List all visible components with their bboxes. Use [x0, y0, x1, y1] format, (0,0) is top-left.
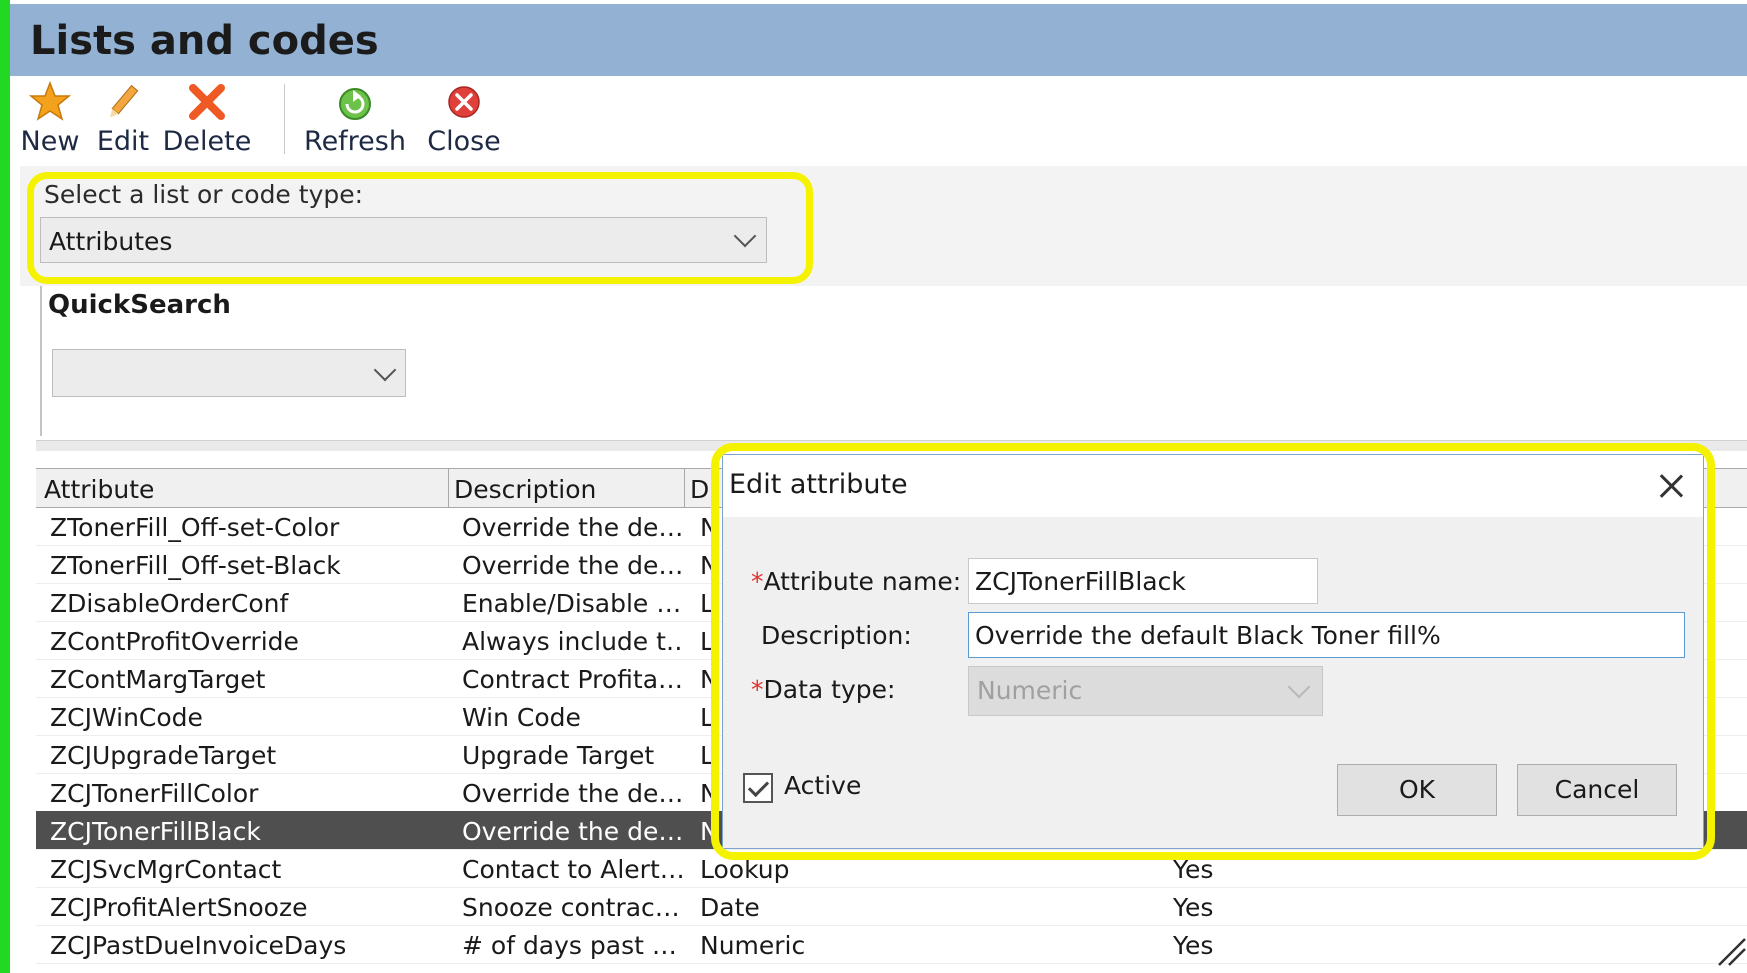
cell-attribute: ZCJUpgradeTarget [50, 741, 277, 770]
edit-label: Edit [96, 126, 150, 157]
cell-description: Override the de… [462, 817, 682, 846]
cell-attribute: ZTonerFill_Off-set-Black [50, 551, 341, 580]
highlight-box-selector [27, 172, 813, 284]
toolbar: New Edit Delete Refresh Close [10, 76, 1747, 166]
refresh-label: Refresh [304, 126, 406, 157]
close-button[interactable]: Close [424, 80, 504, 160]
chevron-down-icon [373, 358, 397, 382]
cell-description: Enable/Disable … [462, 589, 682, 618]
resize-grip-icon[interactable] [1715, 935, 1747, 967]
toolbar-separator [284, 84, 285, 154]
cell-description: Override the de… [462, 551, 682, 580]
left-frame-border [0, 0, 10, 973]
cell-attribute: ZTonerFill_Off-set-Color [50, 513, 340, 542]
edit-button[interactable]: Edit [94, 80, 152, 160]
table-row[interactable]: ZCJProfitAlertSnooze Snooze contrac… Dat… [36, 887, 1747, 926]
cell-description: Upgrade Target [462, 741, 655, 770]
cell-attribute: ZCJTonerFillColor [50, 779, 259, 808]
cell-description: Override the de… [462, 779, 682, 808]
delete-button[interactable]: Delete [162, 80, 252, 160]
close-circle-icon [424, 80, 504, 124]
cell-active: Yes [1173, 931, 1214, 960]
cell-description: Contract Profita… [462, 665, 682, 694]
column-header-datatype[interactable]: D [690, 475, 709, 504]
cell-attribute: ZCJSvcMgrContact [50, 855, 282, 884]
cell-description: Override the de… [462, 513, 682, 542]
cell-attribute: ZCJWinCode [50, 703, 203, 732]
cell-description: Contact to Alert… [462, 855, 682, 884]
refresh-icon [300, 80, 410, 124]
cell-datatype: Numeric [700, 931, 806, 960]
cell-description: Snooze contrac… [462, 893, 680, 922]
cell-attribute: ZCJTonerFillBlack [50, 817, 261, 846]
cell-attribute: ZContProfitOverride [50, 627, 299, 656]
window-title: Lists and codes [30, 18, 379, 64]
quicksearch-dropdown[interactable] [52, 349, 406, 397]
column-divider [448, 469, 449, 507]
column-header-attribute[interactable]: Attribute [44, 475, 154, 504]
close-label: Close [427, 126, 501, 157]
table-row[interactable]: ZCJPastDueInvoiceDays # of days past … N… [36, 925, 1747, 964]
cell-active: Yes [1173, 893, 1214, 922]
column-divider [684, 469, 685, 507]
highlight-box-dialog [711, 443, 1715, 860]
pencil-icon [94, 80, 152, 124]
cell-attribute: ZContMargTarget [50, 665, 266, 694]
cell-description: # of days past … [462, 931, 677, 960]
cell-description: Win Code [462, 703, 581, 732]
delete-label: Delete [162, 126, 252, 157]
title-bar: Lists and codes [10, 4, 1747, 76]
cell-attribute: ZCJPastDueInvoiceDays [50, 931, 347, 960]
cell-description: Always include t… [462, 627, 682, 656]
new-label: New [20, 126, 80, 157]
cell-attribute: ZDisableOrderConf [50, 589, 289, 618]
quicksearch-title: QuickSearch [48, 290, 231, 320]
panel-divider [40, 286, 42, 436]
delete-x-icon [162, 80, 252, 124]
cell-attribute: ZCJProfitAlertSnooze [50, 893, 308, 922]
column-header-description[interactable]: Description [454, 475, 596, 504]
star-icon [20, 80, 80, 124]
new-button[interactable]: New [20, 80, 80, 160]
cell-datatype: Date [700, 893, 760, 922]
refresh-button[interactable]: Refresh [300, 80, 410, 160]
